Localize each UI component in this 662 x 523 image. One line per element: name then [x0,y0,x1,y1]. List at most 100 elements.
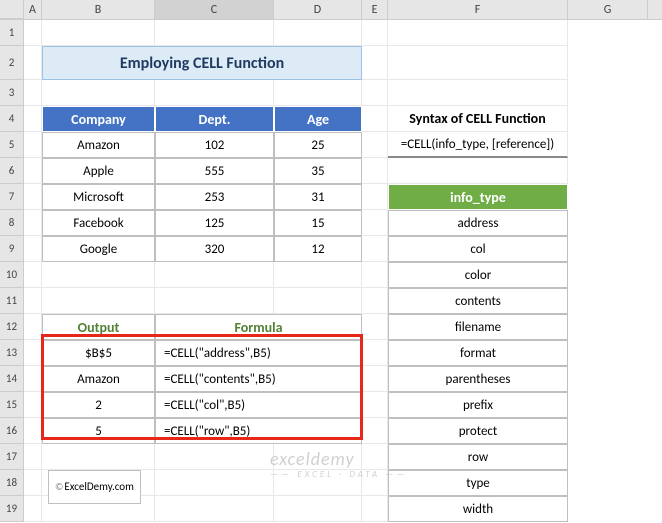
cell[interactable] [362,46,388,80]
cell[interactable] [362,262,388,288]
cell[interactable] [274,470,362,496]
cell[interactable] [362,470,388,496]
cell[interactable] [42,444,155,470]
cell[interactable] [42,262,155,288]
row-header-17[interactable]: 17 [0,444,24,470]
cell[interactable] [362,366,388,392]
table1-cell[interactable]: 320 [155,236,274,262]
cell[interactable] [155,288,274,314]
cell[interactable] [24,444,42,470]
cell[interactable] [155,496,274,522]
table2-output[interactable]: 5 [42,418,155,444]
table1-header-age[interactable]: Age [274,106,362,132]
cell[interactable] [362,496,388,522]
cell[interactable] [362,288,388,314]
cell[interactable] [24,392,42,418]
cell[interactable] [362,210,388,236]
cell[interactable] [362,20,388,46]
cell[interactable] [24,46,42,80]
cell[interactable] [42,20,155,46]
table1-cell[interactable]: 555 [155,158,274,184]
row-header-11[interactable]: 11 [0,288,24,314]
col-header-a[interactable]: A [24,0,42,19]
footer-cell[interactable]: ©ExcelDemy.com [42,470,155,496]
row-header-18[interactable]: 18 [0,470,24,496]
cell[interactable] [24,418,42,444]
infotype-item[interactable]: color [388,262,568,288]
table1-cell[interactable]: 31 [274,184,362,210]
infotype-item[interactable]: filename [388,314,568,340]
table1-cell[interactable]: Microsoft [42,184,155,210]
syntax-formula[interactable]: =CELL(info_type, [reference]) [388,132,568,158]
infotype-item[interactable]: parentheses [388,366,568,392]
infotype-item[interactable]: width [388,496,568,522]
cell[interactable] [155,20,274,46]
cell[interactable] [24,158,42,184]
cell[interactable] [362,340,388,366]
col-header-b[interactable]: B [42,0,155,19]
cell[interactable] [42,496,155,522]
row-header-5[interactable]: 5 [0,132,24,158]
infotype-header[interactable]: info_type [388,184,568,210]
row-header-14[interactable]: 14 [0,366,24,392]
table1-cell[interactable]: Google [42,236,155,262]
cell[interactable] [24,366,42,392]
cell[interactable] [24,288,42,314]
cell[interactable] [388,80,568,106]
cell[interactable] [24,184,42,210]
table2-formula[interactable]: =CELL("row",B5) [155,418,362,444]
row-header-9[interactable]: 9 [0,236,24,262]
table1-cell[interactable]: 15 [274,210,362,236]
cell[interactable] [155,444,274,470]
cell[interactable] [362,418,388,444]
table1-cell[interactable]: Facebook [42,210,155,236]
cell[interactable] [274,262,362,288]
cell[interactable] [24,314,42,340]
col-header-d[interactable]: D [274,0,362,19]
table1-header-company[interactable]: Company [42,106,155,132]
table2-header-output[interactable]: Output [42,314,155,340]
row-header-16[interactable]: 16 [0,418,24,444]
row-header-15[interactable]: 15 [0,392,24,418]
infotype-item[interactable]: prefix [388,392,568,418]
infotype-item[interactable]: row [388,444,568,470]
infotype-item[interactable]: col [388,236,568,262]
table2-output[interactable]: 2 [42,392,155,418]
row-header-8[interactable]: 8 [0,210,24,236]
cell[interactable] [362,106,388,132]
cell[interactable] [42,288,155,314]
table1-cell[interactable]: 12 [274,236,362,262]
infotype-item[interactable]: contents [388,288,568,314]
row-header-6[interactable]: 6 [0,158,24,184]
table1-header-dept[interactable]: Dept. [155,106,274,132]
col-header-e[interactable]: E [362,0,388,19]
infotype-item[interactable]: address [388,210,568,236]
cell[interactable] [362,392,388,418]
cell[interactable] [274,288,362,314]
table1-cell[interactable]: 253 [155,184,274,210]
table2-output[interactable]: $B$5 [42,340,155,366]
row-header-10[interactable]: 10 [0,262,24,288]
table2-formula[interactable]: =CELL("contents",B5) [155,366,362,392]
cell[interactable] [155,470,274,496]
infotype-item[interactable]: type [388,470,568,496]
cell[interactable] [362,158,388,184]
row-header-3[interactable]: 3 [0,80,24,106]
cell[interactable] [274,80,362,106]
row-header-4[interactable]: 4 [0,106,24,132]
cell[interactable] [388,20,568,46]
cell[interactable] [362,236,388,262]
cell[interactable] [24,470,42,496]
table1-cell[interactable]: Apple [42,158,155,184]
col-header-g[interactable]: G [568,0,648,19]
infotype-item[interactable]: format [388,340,568,366]
cell[interactable] [362,184,388,210]
cell[interactable] [155,80,274,106]
row-header-7[interactable]: 7 [0,184,24,210]
cell[interactable] [24,496,42,522]
table1-cell[interactable]: 35 [274,158,362,184]
cell[interactable] [24,262,42,288]
infotype-item[interactable]: protect [388,418,568,444]
cell[interactable] [274,444,362,470]
cell[interactable] [155,262,274,288]
